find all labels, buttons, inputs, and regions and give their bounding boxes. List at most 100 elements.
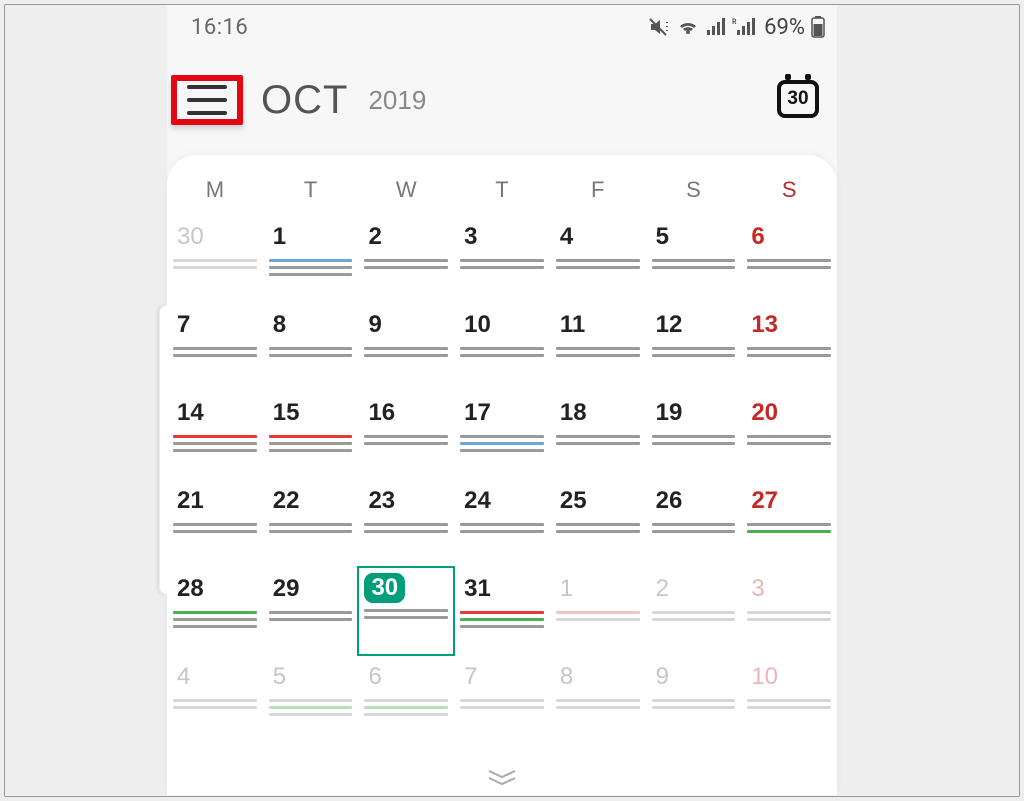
- day-number: 18: [556, 397, 591, 429]
- today-button[interactable]: 30: [777, 78, 823, 122]
- event-bar: [173, 259, 257, 262]
- day-number: 2: [364, 221, 385, 253]
- calendar-day[interactable]: 15: [263, 391, 359, 479]
- calendar-day[interactable]: 20: [741, 391, 837, 479]
- month-label[interactable]: OCT: [261, 78, 348, 123]
- calendar-day[interactable]: 14: [167, 391, 263, 479]
- mute-vibrate-icon: [648, 17, 670, 37]
- calendar-day[interactable]: 3: [454, 215, 550, 303]
- event-bar: [173, 442, 257, 445]
- event-indicators: [173, 611, 257, 628]
- calendar-day[interactable]: 5: [646, 215, 742, 303]
- day-number: 8: [269, 309, 290, 341]
- event-indicators: [364, 699, 448, 716]
- day-number: 4: [556, 221, 577, 253]
- event-bar: [747, 354, 831, 357]
- event-bar: [460, 266, 544, 269]
- event-bar: [173, 530, 257, 533]
- event-indicators: [556, 523, 640, 533]
- calendar-day[interactable]: 25: [550, 479, 646, 567]
- event-bar: [173, 449, 257, 452]
- calendar-day[interactable]: 3: [741, 567, 837, 655]
- event-bar: [364, 442, 448, 445]
- event-bar: [652, 347, 736, 350]
- event-indicators: [460, 699, 544, 709]
- event-bar: [269, 354, 353, 357]
- phone-viewport: 16:16 R 69%: [167, 5, 837, 796]
- calendar-day[interactable]: 8: [550, 655, 646, 743]
- calendar-day[interactable]: 7: [167, 303, 263, 391]
- event-bar: [747, 611, 831, 614]
- calendar-day[interactable]: 11: [550, 303, 646, 391]
- calendar-day[interactable]: 13: [741, 303, 837, 391]
- event-bar: [364, 259, 448, 262]
- calendar-day[interactable]: 8: [263, 303, 359, 391]
- calendar-day[interactable]: 16: [358, 391, 454, 479]
- calendar-day[interactable]: 10: [454, 303, 550, 391]
- event-bar: [269, 611, 353, 614]
- calendar-day[interactable]: 2: [358, 215, 454, 303]
- event-bar: [652, 523, 736, 526]
- calendar-day[interactable]: 1: [263, 215, 359, 303]
- calendar-day[interactable]: 17: [454, 391, 550, 479]
- day-number: 16: [364, 397, 399, 429]
- calendar-day[interactable]: 27: [741, 479, 837, 567]
- calendar-card: MTWTFSS 30123456789101112131415161718192…: [167, 155, 837, 795]
- day-number: 7: [173, 309, 194, 341]
- calendar-day[interactable]: 24: [454, 479, 550, 567]
- calendar-day[interactable]: 6: [358, 655, 454, 743]
- calendar-day[interactable]: 31: [454, 567, 550, 655]
- event-indicators: [460, 259, 544, 269]
- event-indicators: [556, 699, 640, 709]
- day-of-week-header: MTWTFSS: [167, 177, 837, 203]
- menu-icon[interactable]: [187, 85, 227, 115]
- day-number: 6: [747, 221, 768, 253]
- calendar-day[interactable]: 6: [741, 215, 837, 303]
- day-number: 5: [652, 221, 673, 253]
- calendar-day[interactable]: 2: [646, 567, 742, 655]
- day-number: 8: [556, 661, 577, 693]
- calendar-day[interactable]: 23: [358, 479, 454, 567]
- day-number: 12: [652, 309, 687, 341]
- calendar-day[interactable]: 21: [167, 479, 263, 567]
- calendar-day[interactable]: 30: [358, 567, 454, 655]
- calendar-day[interactable]: 5: [263, 655, 359, 743]
- calendar-day[interactable]: 10: [741, 655, 837, 743]
- calendar-day[interactable]: 7: [454, 655, 550, 743]
- calendar-day[interactable]: 4: [550, 215, 646, 303]
- calendar-day[interactable]: 28: [167, 567, 263, 655]
- event-indicators: [460, 435, 544, 452]
- event-indicators: [269, 699, 353, 716]
- event-bar: [556, 699, 640, 702]
- event-bar: [652, 259, 736, 262]
- calendar-day[interactable]: 4: [167, 655, 263, 743]
- calendar-day[interactable]: 26: [646, 479, 742, 567]
- event-bar: [747, 699, 831, 702]
- dow-label: M: [167, 177, 263, 203]
- calendar-day[interactable]: 18: [550, 391, 646, 479]
- calendar-day[interactable]: 9: [646, 655, 742, 743]
- day-number: 14: [173, 397, 208, 429]
- event-indicators: [747, 611, 831, 621]
- calendar-day[interactable]: 9: [358, 303, 454, 391]
- event-bar: [652, 706, 736, 709]
- event-indicators: [652, 611, 736, 621]
- calendar-day[interactable]: 12: [646, 303, 742, 391]
- event-bar: [173, 354, 257, 357]
- drawer-handle[interactable]: [159, 305, 167, 595]
- day-number: 5: [269, 661, 290, 693]
- calendar-day[interactable]: 19: [646, 391, 742, 479]
- year-label[interactable]: 2019: [368, 85, 426, 116]
- calendar-day[interactable]: 30: [167, 215, 263, 303]
- expand-chevron-icon[interactable]: [485, 769, 519, 791]
- svg-text:R: R: [732, 18, 737, 26]
- dow-label: W: [358, 177, 454, 203]
- calendar-day[interactable]: 1: [550, 567, 646, 655]
- calendar-day[interactable]: 22: [263, 479, 359, 567]
- calendar-week: 21222324252627: [167, 479, 837, 567]
- day-number: 30: [173, 221, 208, 253]
- event-bar: [364, 347, 448, 350]
- calendar-week: 45 678 910: [167, 655, 837, 743]
- event-bar: [269, 618, 353, 621]
- calendar-day[interactable]: 29: [263, 567, 359, 655]
